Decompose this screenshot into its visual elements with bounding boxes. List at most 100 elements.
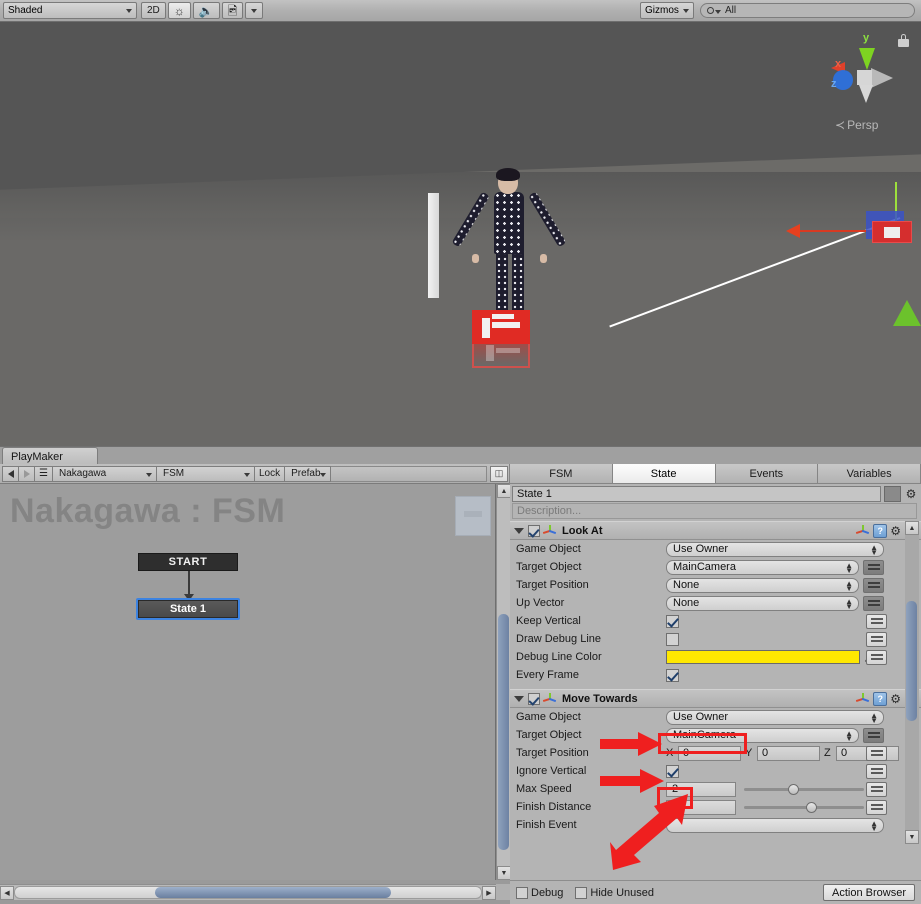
variable-binder-button[interactable] — [866, 613, 887, 629]
scroll-up-icon[interactable]: ▲ — [497, 484, 511, 498]
variable-binder-button[interactable] — [866, 745, 887, 761]
fsm-hscroll-thumb[interactable] — [155, 887, 391, 898]
vector-x-input[interactable]: 0 — [678, 745, 741, 761]
gizmo-center-cube-icon[interactable] — [857, 70, 872, 85]
draw-debug-line-checkbox[interactable] — [666, 632, 679, 646]
nav-forward-button[interactable] — [18, 465, 35, 482]
fsm-state-node-state-1[interactable]: State 1 — [136, 598, 240, 620]
scene-audio-toggle[interactable]: 🔈 — [192, 2, 220, 19]
action-enabled-checkbox[interactable] — [528, 524, 540, 537]
move-handle-arrow-icon — [786, 224, 800, 238]
variable-binder-button[interactable] — [866, 799, 887, 815]
logo-mark-top — [492, 314, 514, 319]
inspector-vertical-scrollbar[interactable]: ▲ ▼ — [905, 521, 919, 844]
axis-gizmo-icon[interactable] — [856, 692, 870, 706]
slider-handle[interactable] — [806, 801, 817, 813]
scroll-left-icon[interactable]: ◀ — [0, 885, 14, 900]
axis-gizmo-icon[interactable] — [856, 524, 870, 538]
state-name-input[interactable]: State 1 — [512, 485, 881, 502]
tab-variables[interactable]: Variables — [817, 464, 921, 484]
tab-fsm[interactable]: FSM — [509, 464, 613, 484]
scroll-down-icon[interactable]: ▼ — [905, 830, 919, 844]
foldout-triangle-icon[interactable] — [514, 527, 524, 534]
gear-icon[interactable]: ⚙ — [890, 693, 901, 705]
target-position-popup[interactable]: None ▲ ▼ — [666, 577, 859, 593]
variable-binder-button[interactable] — [863, 559, 884, 575]
toggle-2d-button[interactable]: 2D — [141, 2, 166, 19]
lock-icon[interactable] — [898, 34, 909, 47]
finish-event-popup[interactable]: ▲ ▼ — [666, 817, 884, 833]
scroll-up-icon[interactable]: ▲ — [905, 521, 919, 535]
help-icon[interactable]: ? — [873, 524, 888, 538]
playmaker-menu-button[interactable]: ☰ — [34, 465, 53, 482]
draw-mode-dropdown[interactable]: Shaded — [3, 2, 137, 19]
prefab-dropdown[interactable]: Prefab — [284, 465, 332, 482]
action-enabled-checkbox[interactable] — [528, 692, 540, 705]
fsm-start-node[interactable]: START — [138, 553, 238, 571]
property-value: MainCamera — [673, 729, 736, 741]
variable-binder-button[interactable] — [866, 649, 887, 665]
up-vector-popup[interactable]: None ▲ ▼ — [666, 595, 859, 611]
game-object-selector[interactable]: Nakagawa — [51, 465, 157, 482]
fsm-selector[interactable]: FSM — [155, 465, 255, 482]
gizmo-neg-y-cone-icon[interactable] — [859, 85, 873, 103]
gizmos-dropdown[interactable]: Gizmos — [640, 2, 694, 19]
every-frame-checkbox[interactable] — [666, 668, 679, 682]
red-logo-plate[interactable] — [472, 310, 530, 344]
keep-vertical-checkbox[interactable] — [666, 614, 679, 628]
variable-binder-button[interactable] — [863, 595, 884, 611]
slider-handle[interactable] — [788, 783, 799, 795]
gizmo-projection-toggle[interactable]: ≺ Persp — [835, 118, 878, 132]
scene-effects-button[interactable]: 🖻 — [221, 2, 244, 19]
debug-line-color-swatch[interactable] — [666, 650, 860, 664]
variable-binder-button[interactable] — [863, 577, 884, 593]
tab-state[interactable]: State — [611, 464, 716, 484]
lock-button[interactable]: Lock — [253, 465, 286, 482]
gizmo-y-cone-icon[interactable] — [859, 48, 875, 70]
scene-effects-dropdown[interactable] — [245, 2, 264, 19]
action-header-look-at[interactable]: Look At ? ⚙ — [510, 521, 921, 540]
vector-y-input[interactable]: 0 — [757, 745, 820, 761]
variable-binder-button[interactable] — [863, 727, 884, 743]
fsm-graph-horizontal-scrollbar[interactable]: ◀ ▶ — [0, 884, 496, 900]
gear-icon[interactable]: ⚙ — [890, 525, 901, 537]
stepper-icon: ▲ ▼ — [870, 818, 878, 833]
hide-unused-checkbox[interactable] — [575, 886, 588, 899]
foldout-triangle-icon[interactable] — [514, 695, 524, 702]
fsm-vscroll-thumb[interactable] — [498, 614, 509, 850]
property-row-up-vector: Up Vector None ▲ ▼ — [510, 594, 921, 612]
state-color-swatch[interactable] — [884, 485, 901, 502]
state-description-input[interactable]: Description... — [512, 503, 917, 519]
fsm-graph-vertical-scrollbar[interactable]: ▲ ▼ — [496, 484, 511, 880]
panel-layout-icon[interactable]: ◫ — [490, 465, 508, 482]
inspector-vscroll-thumb[interactable] — [906, 601, 917, 721]
fsm-minimap[interactable] — [455, 496, 491, 536]
scene-view[interactable]: y x z ≺ Persp — [0, 22, 921, 446]
scroll-right-icon[interactable]: ▶ — [482, 885, 496, 900]
scene-view-axis-gizmo[interactable]: y x z ≺ Persp — [819, 30, 911, 140]
debug-checkbox[interactable] — [516, 886, 528, 899]
help-icon[interactable]: ? — [873, 692, 888, 706]
mt-game-object-popup[interactable]: Use Owner ▲ ▼ — [666, 709, 884, 725]
tab-events[interactable]: Events — [714, 464, 819, 484]
variable-binder-button[interactable] — [866, 631, 887, 647]
nav-back-button[interactable] — [2, 465, 19, 482]
max-speed-slider[interactable] — [744, 782, 864, 797]
target-object-popup[interactable]: MainCamera ▲ ▼ — [666, 559, 859, 575]
scroll-down-icon[interactable]: ▼ — [497, 866, 511, 880]
game-object-popup[interactable]: Use Owner ▲ ▼ — [666, 541, 884, 557]
search-icon — [707, 7, 714, 14]
variable-binder-button[interactable] — [866, 763, 887, 779]
gear-icon[interactable]: ⚙ — [903, 486, 919, 502]
scene-search-input[interactable]: All — [700, 3, 915, 18]
mt-target-object-popup[interactable]: MainCamera ▲ ▼ — [666, 727, 859, 743]
scene-lighting-toggle[interactable]: ☼ — [167, 2, 191, 19]
fsm-hscroll-track[interactable] — [14, 886, 482, 899]
action-browser-button[interactable]: Action Browser — [823, 884, 915, 901]
finish-distance-slider[interactable] — [744, 800, 864, 815]
tab-playmaker[interactable]: PlayMaker — [2, 447, 98, 465]
gizmo-neg-x-cone-icon[interactable] — [871, 68, 893, 88]
fsm-graph-canvas[interactable]: Nakagawa : FSM START State 1 — [0, 484, 496, 880]
action-header-move-towards[interactable]: Move Towards ? ⚙ — [510, 689, 921, 708]
variable-binder-button[interactable] — [866, 781, 887, 797]
